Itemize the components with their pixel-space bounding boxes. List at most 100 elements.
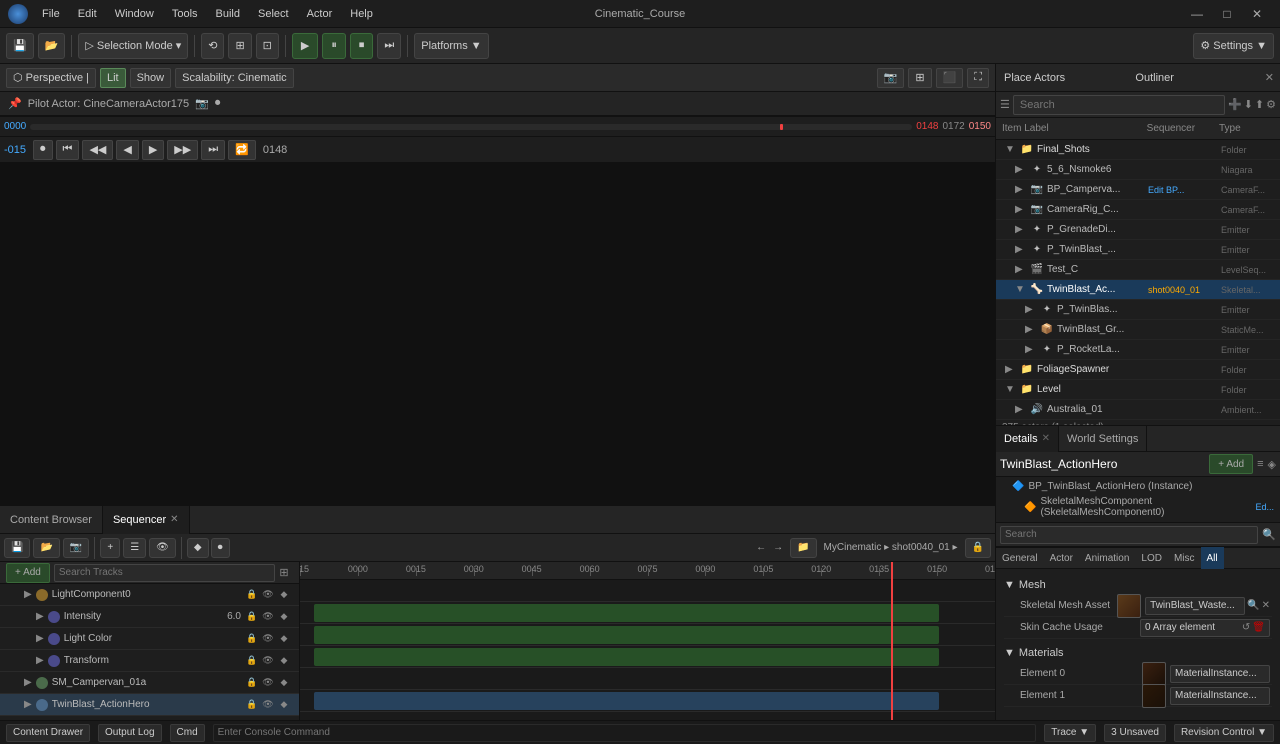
ol-expand-icon[interactable]: ▶	[1025, 324, 1037, 335]
maximize-button[interactable]: □	[1212, 4, 1242, 24]
sequencer-tab-close[interactable]: ✕	[170, 514, 178, 525]
track-ctrl-btn[interactable]: ◆	[277, 632, 291, 646]
ol-export-btn[interactable]: ⬆	[1255, 98, 1264, 111]
ol-expand-icon[interactable]: ▶	[1015, 164, 1027, 175]
track-ctrl-btn[interactable]: ◆	[277, 676, 291, 690]
outliner-item[interactable]: ▼🦴TwinBlast_Ac...shot0040_01Skeletal...	[996, 280, 1280, 300]
seq-render-btn[interactable]: 📷	[63, 538, 89, 558]
outliner-item[interactable]: ▶✦P_GrenadeDi...Emitter	[996, 220, 1280, 240]
materials-section-header[interactable]: ▼ Materials	[1004, 643, 1272, 663]
track-expand-btn[interactable]: ▶	[36, 655, 44, 666]
goto-start-btn[interactable]: ⏮	[56, 140, 80, 160]
outliner-close-btn[interactable]: ✕	[1259, 71, 1280, 84]
details-search-input[interactable]	[1000, 526, 1258, 544]
viewport-camera-btn[interactable]: 📷	[877, 68, 905, 88]
seq-nav-fwd[interactable]: →	[773, 542, 783, 553]
skeletal-component[interactable]: 🔶 SkeletalMeshComponent (SkeletalMeshCom…	[996, 494, 1280, 520]
skin-cache-value[interactable]: 0 Array element ↺ 🗑	[1140, 619, 1270, 637]
details-icon-1[interactable]: ≡	[1257, 458, 1263, 470]
track-ctrl-btn[interactable]: 🔒	[245, 698, 259, 712]
timeline-area[interactable]: -015000000150030004500600075009001050120…	[300, 562, 995, 720]
platforms-button[interactable]: Platforms ▼	[414, 33, 488, 59]
outliner-item[interactable]: ▼📁LevelFolder	[996, 380, 1280, 400]
outliner-item[interactable]: ▶📷CameraRig_C...CameraF...	[996, 200, 1280, 220]
seq-browse-btn[interactable]: 📂	[33, 538, 59, 558]
menu-build[interactable]: Build	[208, 6, 248, 22]
menu-file[interactable]: File	[34, 6, 68, 22]
cat-animation[interactable]: Animation	[1079, 547, 1135, 569]
settings-button[interactable]: ⚙ Settings ▼	[1193, 33, 1274, 59]
outliner-item[interactable]: ▶🎬Test_CLevelSeq...	[996, 260, 1280, 280]
unsaved-indicator[interactable]: 3 Unsaved	[1104, 724, 1166, 742]
track-ctrl-btn[interactable]: 🔒	[245, 610, 259, 624]
track-expand-btn[interactable]: ▶	[24, 699, 32, 710]
details-tab[interactable]: Details ✕	[996, 426, 1059, 452]
scrubber-track[interactable]	[30, 124, 912, 130]
cat-misc[interactable]: Misc	[1168, 547, 1201, 569]
stop-button[interactable]: ⏹	[350, 33, 374, 59]
ol-add-btn[interactable]: ➕	[1228, 98, 1242, 111]
cat-all[interactable]: All	[1201, 547, 1224, 569]
goto-end-btn[interactable]: ⏭	[201, 140, 225, 160]
open-button[interactable]: 📂	[38, 33, 66, 59]
viewport-view-btn[interactable]: ⬛	[936, 68, 964, 88]
world-settings-tab[interactable]: World Settings	[1059, 426, 1147, 452]
trace-btn[interactable]: Trace ▼	[1044, 724, 1096, 742]
track-expand-btn[interactable]: ▶	[36, 633, 44, 644]
cat-general[interactable]: General	[996, 547, 1044, 569]
play-button[interactable]: ▶	[292, 33, 318, 59]
seq-filter-btn[interactable]: ☰	[123, 538, 146, 558]
step-fwd-btn[interactable]: ▶▶	[167, 140, 198, 160]
seq-nav-back[interactable]: ←	[756, 542, 766, 553]
bp-component[interactable]: 🔷 BP_TwinBlast_ActionHero (Instance)	[996, 479, 1280, 494]
outliner-item[interactable]: ▶✦5_6_Nsmoke6Niagara	[996, 160, 1280, 180]
mesh-section-header[interactable]: ▼ Mesh	[1004, 575, 1272, 595]
seq-add-btn[interactable]: +	[100, 538, 120, 558]
track-item[interactable]: ▶Intensity6.0🔒👁◆	[0, 606, 299, 628]
menu-edit[interactable]: Edit	[70, 6, 105, 22]
outliner-search-input[interactable]	[1013, 95, 1225, 115]
viewport-lit-btn[interactable]: Lit	[100, 68, 126, 88]
skin-cache-refresh-btn[interactable]: ↺	[1242, 622, 1250, 633]
track-ctrl-btn[interactable]: ◆	[277, 610, 291, 624]
ol-expand-icon[interactable]: ▶	[1005, 364, 1017, 375]
menu-help[interactable]: Help	[342, 6, 381, 22]
ol-expand-icon[interactable]: ▶	[1015, 404, 1027, 415]
details-icon-2[interactable]: ◈	[1268, 458, 1276, 471]
details-tab-close[interactable]: ✕	[1042, 433, 1050, 444]
mesh-clear-btn[interactable]: ✕	[1262, 600, 1270, 611]
seq-path-btn[interactable]: 📁	[790, 538, 816, 558]
outliner-item[interactable]: ▶🔊Australia_01Ambient...	[996, 400, 1280, 420]
details-add-btn[interactable]: + Add	[1209, 454, 1253, 474]
seq-lock-btn[interactable]: 🔒	[965, 538, 991, 558]
selection-mode-button[interactable]: ▷ Selection Mode ▾	[78, 33, 188, 59]
skeletal-mesh-value[interactable]: TwinBlast_Waste...	[1145, 597, 1245, 615]
ol-expand-icon[interactable]: ▼	[1005, 384, 1017, 395]
track-ctrl-btn[interactable]: 👁	[261, 588, 275, 602]
outliner-item[interactable]: ▶📷BP_Camperva...Edit BP...CameraF...	[996, 180, 1280, 200]
save-button[interactable]: 💾	[6, 33, 34, 59]
element1-value[interactable]: MaterialInstance...	[1170, 687, 1270, 705]
ol-expand-icon[interactable]: ▼	[1005, 144, 1017, 155]
cat-actor[interactable]: Actor	[1044, 547, 1079, 569]
ol-settings-btn[interactable]: ⚙	[1266, 98, 1276, 111]
scalability-btn[interactable]: Scalability: Cinematic	[175, 68, 294, 88]
track-ctrl-btn[interactable]: 👁	[261, 698, 275, 712]
seq-auto-btn[interactable]: ⏺	[211, 538, 230, 558]
track-item[interactable]: ▶SM_Campervan_01a🔒👁◆	[0, 672, 299, 694]
track-ctrl-btn[interactable]: ◆	[277, 698, 291, 712]
track-expand-btn[interactable]: ▶	[24, 677, 32, 688]
timeline-clip[interactable]	[314, 626, 940, 644]
menu-window[interactable]: Window	[107, 6, 162, 22]
seq-key-btn[interactable]: ◆	[187, 538, 209, 558]
track-ctrl-btn[interactable]: 👁	[261, 676, 275, 690]
content-drawer-btn[interactable]: Content Drawer	[6, 724, 90, 742]
viewport-maximize-btn[interactable]: ⛶	[967, 68, 989, 88]
cat-lod[interactable]: LOD	[1135, 547, 1168, 569]
outliner-item[interactable]: ▶📁FoliageSpawnerFolder	[996, 360, 1280, 380]
seq-view-btn[interactable]: 👁	[149, 538, 176, 558]
sequencer-tab[interactable]: Sequencer ✕	[103, 506, 190, 534]
track-ctrl-btn[interactable]: 🔒	[245, 588, 259, 602]
pause-button[interactable]: ⏸	[322, 33, 346, 59]
add-track-btn[interactable]: + Add	[6, 563, 50, 583]
